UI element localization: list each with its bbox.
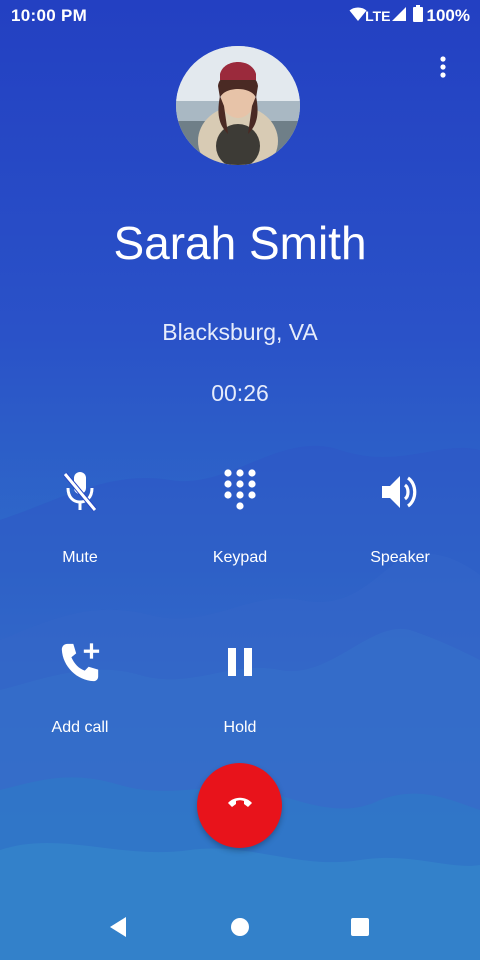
- end-call-button[interactable]: [197, 763, 282, 848]
- status-bar: 10:00 PM LTE 100%: [0, 0, 480, 32]
- add-call-label: Add call: [51, 719, 109, 736]
- back-button[interactable]: [103, 914, 133, 944]
- mute-button[interactable]: Mute: [20, 470, 140, 580]
- back-icon: [108, 916, 128, 943]
- call-duration: 00:26: [211, 380, 269, 406]
- keypad-label: Keypad: [212, 549, 268, 566]
- pause-icon: [218, 640, 262, 684]
- mic-off-icon: [58, 470, 102, 514]
- add-call-button[interactable]: Add call: [20, 640, 140, 750]
- hold-button[interactable]: Hold: [180, 640, 300, 750]
- battery-icon: [412, 5, 423, 27]
- signal-icon: [391, 6, 407, 27]
- caller-name: Sarah Smith: [113, 217, 367, 269]
- add-call-icon: [58, 640, 102, 684]
- network-type: LTE: [365, 8, 391, 24]
- recents-button[interactable]: [345, 914, 375, 944]
- call-end-icon: [226, 794, 254, 817]
- home-icon: [230, 917, 250, 942]
- recents-icon: [350, 917, 370, 942]
- battery-percent: 100%: [426, 6, 470, 25]
- navigation-bar: [0, 900, 480, 960]
- home-button[interactable]: [225, 914, 255, 944]
- speaker-label: Speaker: [370, 549, 430, 566]
- status-time: 10:00 PM: [11, 6, 88, 25]
- keypad-button[interactable]: Keypad: [180, 469, 300, 580]
- caller-location: Blacksburg, VA: [162, 319, 318, 345]
- more-options-button[interactable]: [428, 54, 458, 84]
- mute-label: Mute: [62, 549, 98, 566]
- hold-label: Hold: [223, 719, 257, 736]
- dialpad-icon: [218, 469, 262, 514]
- speaker-button[interactable]: Speaker: [340, 470, 460, 580]
- more-vert-icon: [440, 55, 446, 83]
- status-icons: LTE 100%: [349, 5, 470, 27]
- caller-avatar: [176, 46, 300, 165]
- volume-up-icon: [378, 470, 422, 514]
